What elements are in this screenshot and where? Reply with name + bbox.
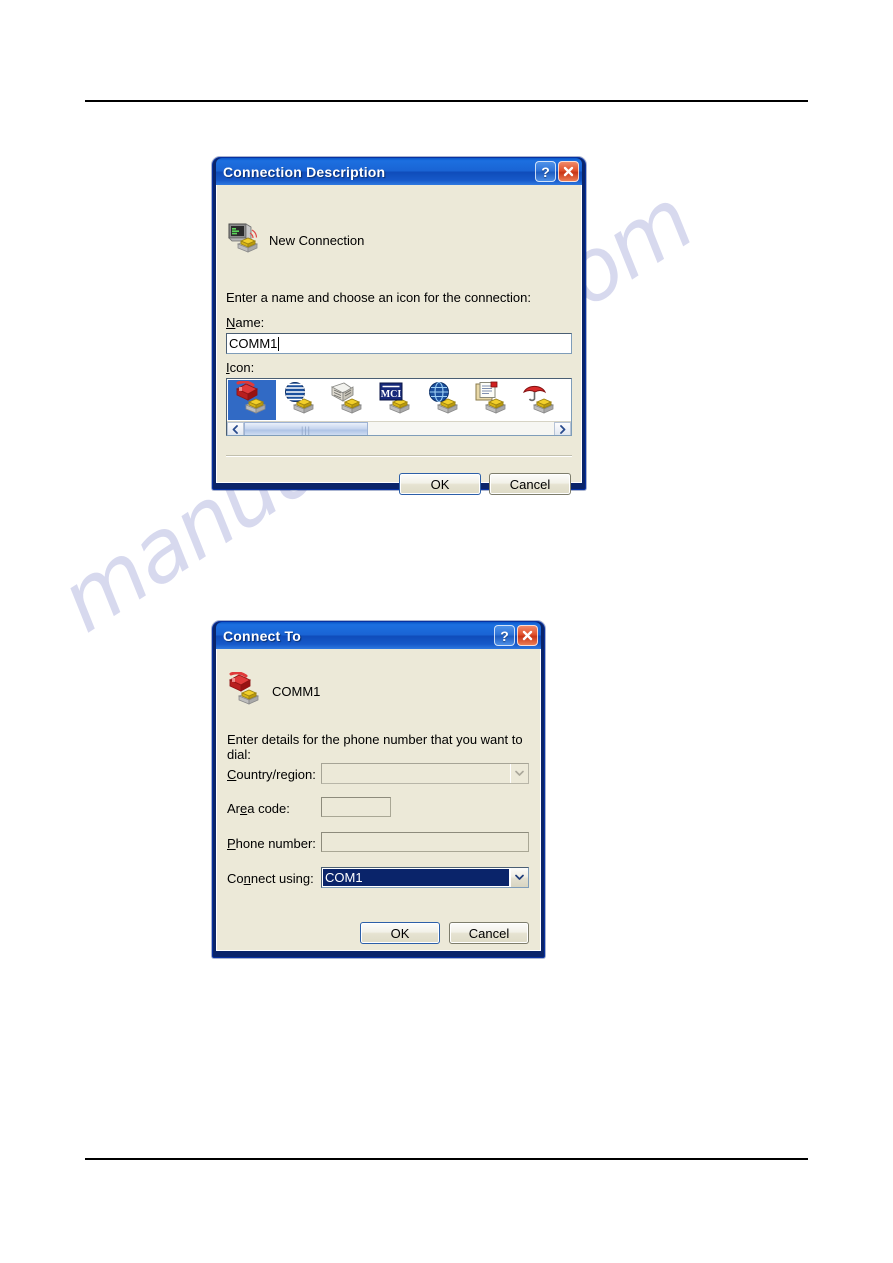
dialog2-instruction: Enter details for the phone number that …: [227, 732, 523, 762]
icon-list: MCI: [227, 379, 571, 421]
name-input[interactable]: COMM1: [226, 333, 572, 354]
icon-option-blue-striped-globe-icon[interactable]: [276, 380, 324, 420]
dialog2-titlebar[interactable]: Connect To ?: [216, 622, 541, 649]
area-code-label: Area code:: [227, 801, 290, 816]
phone-number-label: Phone number:: [227, 836, 316, 851]
dialog2-ok-button[interactable]: OK: [360, 922, 440, 944]
dialog1-body: New Connection Enter a name and choose a…: [216, 185, 582, 495]
phone-number-label-rest: hone number:: [235, 836, 316, 851]
scrollbar-thumb[interactable]: |||: [244, 422, 368, 435]
name-label-rest: ame:: [235, 315, 265, 330]
connection-description-dialog: Connection Description ? New Connection …: [212, 157, 586, 495]
connect-using-label-accel: n: [243, 871, 251, 886]
blue-striped-globe-icon: [282, 381, 318, 420]
icon-option-blue-globe-network-icon[interactable]: [420, 380, 468, 420]
dialog1-cancel-button[interactable]: Cancel: [489, 473, 571, 495]
connect-using-label: Connect using:: [227, 871, 314, 886]
icon-option-document-notepad-icon[interactable]: [468, 380, 516, 420]
phone-number-label-accel: P: [227, 836, 236, 851]
dialog2-titlebar-buttons: ?: [494, 625, 538, 646]
red-telephone-icon: [227, 671, 263, 711]
dialog2-header-label: COMM1: [272, 684, 321, 699]
area-code-label-rest: a code:: [247, 801, 290, 816]
icon-option-red-umbrella-icon[interactable]: [516, 380, 564, 420]
chevron-down-icon[interactable]: [510, 764, 528, 783]
dialog1-titlebar-buttons: ?: [535, 161, 579, 182]
dialog2-body: COMM1 Enter details for the phone number…: [216, 649, 541, 951]
icon-option-red-telephone-icon[interactable]: [228, 379, 276, 420]
icon-picker-scrollbar[interactable]: |||: [227, 421, 571, 435]
icon-option-newspaper-icon[interactable]: [324, 380, 372, 420]
document-notepad-icon: [474, 381, 510, 420]
page-header-rule: [85, 100, 808, 102]
scroll-right-icon[interactable]: [554, 422, 571, 435]
scroll-left-icon[interactable]: [227, 422, 244, 435]
blue-globe-network-icon: [426, 381, 462, 420]
new-connection-computer-phone-icon: [226, 222, 260, 259]
help-icon[interactable]: ?: [494, 625, 515, 646]
connect-using-select[interactable]: COM1: [321, 867, 529, 888]
icon-label-rest: con:: [229, 360, 255, 375]
country-region-select[interactable]: [321, 763, 529, 784]
dialog2-header: COMM1: [227, 671, 321, 711]
dialog1-titlebar[interactable]: Connection Description ?: [216, 158, 582, 185]
mci-logo-icon: MCI: [378, 381, 414, 420]
connect-using-value: COM1: [323, 869, 509, 886]
dialog2-cancel-button[interactable]: Cancel: [449, 922, 529, 944]
dialog1-header: New Connection: [226, 222, 364, 259]
name-label: Name:: [226, 315, 264, 330]
country-region-value: [322, 764, 510, 783]
country-region-label-accel: C: [227, 767, 237, 782]
phone-number-input[interactable]: [321, 832, 529, 852]
name-input-value: COMM1: [229, 336, 278, 351]
text-caret: [278, 336, 280, 351]
country-region-label-rest: ountry/region:: [236, 767, 316, 782]
dialog1-instruction: Enter a name and choose an icon for the …: [226, 290, 531, 305]
newspaper-icon: [330, 381, 366, 420]
chevron-down-icon[interactable]: [510, 868, 528, 887]
connect-to-dialog: Connect To ? COMM1 Enter details for the…: [212, 621, 545, 958]
country-region-label: Country/region:: [227, 767, 316, 782]
dialog1-separator: [226, 455, 572, 457]
page-footer-rule: [85, 1158, 808, 1160]
dialog1-title: Connection Description: [223, 163, 386, 180]
dialog1-ok-button[interactable]: OK: [399, 473, 481, 495]
close-icon[interactable]: [558, 161, 579, 182]
red-umbrella-icon: [522, 381, 558, 420]
area-code-label-pre: Ar: [227, 801, 240, 816]
help-icon[interactable]: ?: [535, 161, 556, 182]
connect-using-label-rest: nect using:: [250, 871, 314, 886]
area-code-input[interactable]: [321, 797, 391, 817]
scrollbar-track[interactable]: |||: [244, 422, 554, 435]
red-telephone-icon: [234, 379, 270, 420]
icon-option-mci-logo-icon[interactable]: MCI: [372, 380, 420, 420]
connect-using-label-pre: Co: [227, 871, 244, 886]
dialog1-header-label: New Connection: [269, 233, 365, 248]
scrollbar-grip-icon: |||: [300, 424, 311, 435]
name-label-accel: N: [226, 315, 236, 330]
close-icon[interactable]: [517, 625, 538, 646]
icon-label: Icon:: [226, 360, 254, 375]
svg-text:MCI: MCI: [381, 389, 402, 400]
dialog2-title: Connect To: [223, 627, 301, 644]
icon-picker[interactable]: MCI |||: [226, 378, 572, 436]
